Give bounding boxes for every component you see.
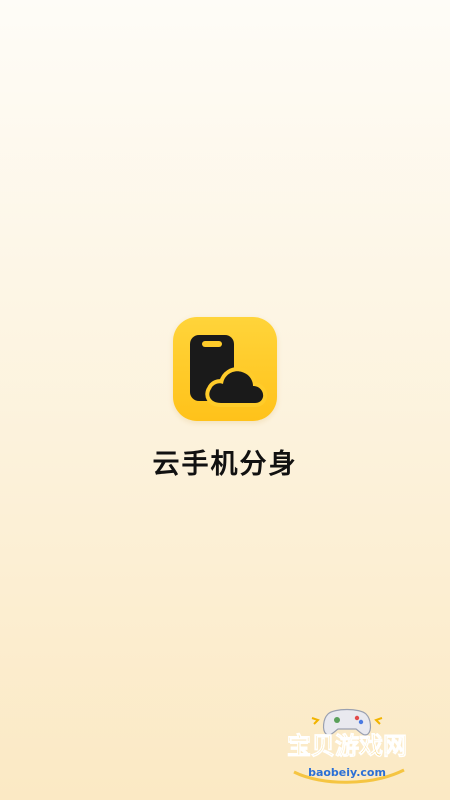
watermark-brand: 宝贝游戏网 xyxy=(287,732,407,760)
watermark-url: baobeiy.com xyxy=(308,766,386,779)
app-name: 云手机分身 xyxy=(152,449,298,480)
app-icon xyxy=(173,317,277,421)
phone-cloud-icon xyxy=(190,335,268,407)
watermark-logo: 宝贝游戏网 baobeiy.com xyxy=(272,700,422,790)
splash-screen: 云手机分身 宝贝游戏网 baobeiy.com xyxy=(0,0,450,800)
